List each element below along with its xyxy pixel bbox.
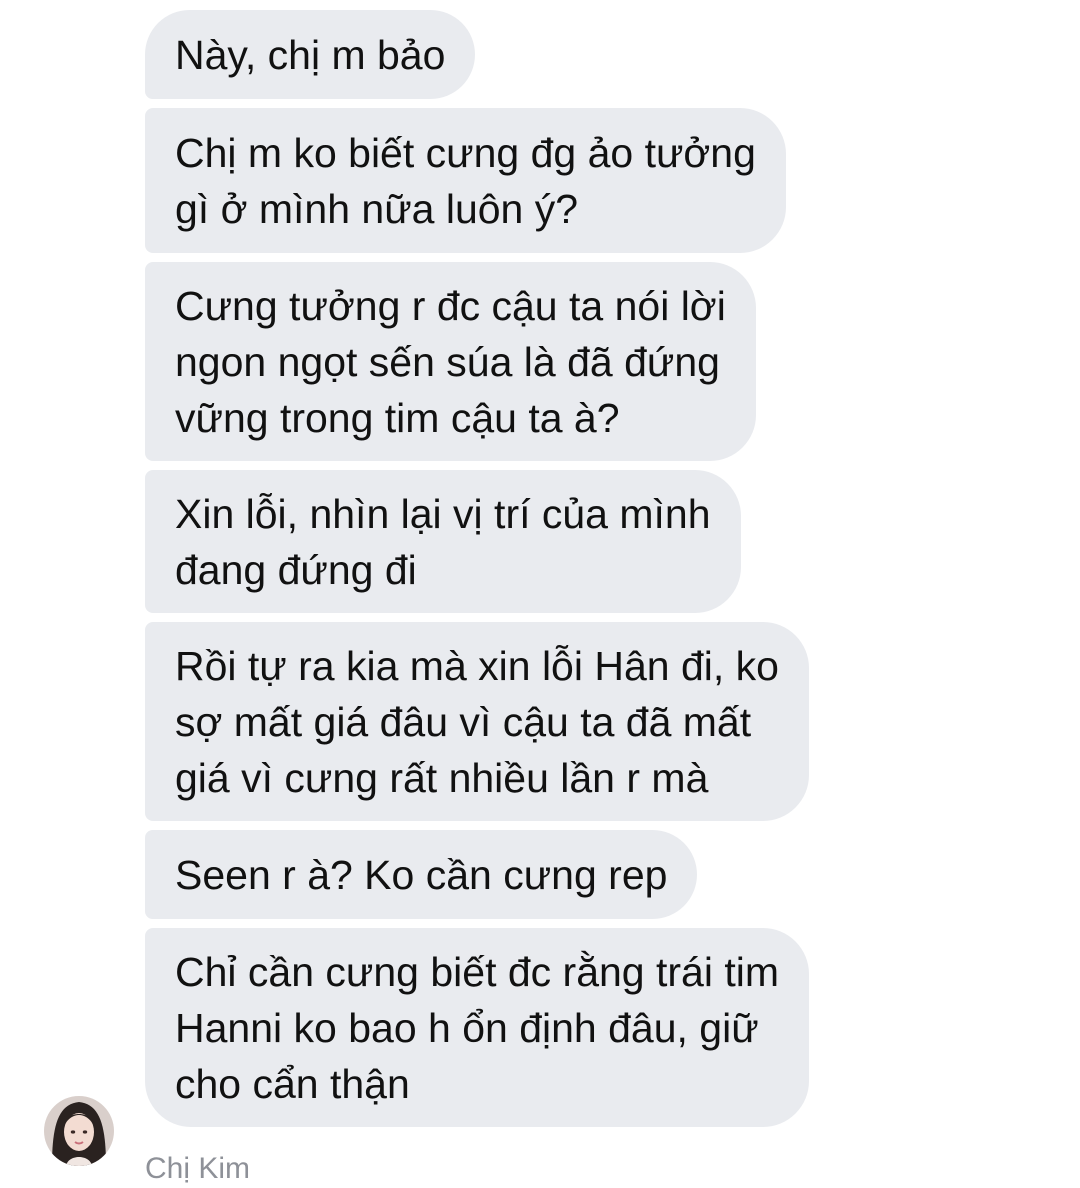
avatar[interactable] <box>44 1096 114 1166</box>
message-bubble[interactable]: Cưng tưởng r đc cậu ta nói lời ngon ngọt… <box>145 262 756 461</box>
message-text: Chỉ cần cưng biết đc rằng trái tim Hanni… <box>175 948 779 1107</box>
message-bubble[interactable]: Rồi tự ra kia mà xin lỗi Hân đi, ko sợ m… <box>145 622 809 821</box>
message-bubble[interactable]: Chỉ cần cưng biết đc rằng trái tim Hanni… <box>145 928 809 1127</box>
message-text: Này, chị m bảo <box>175 31 446 78</box>
message-bubble[interactable]: Chị m ko biết cưng đg ảo tưởng gì ở mình… <box>145 108 786 253</box>
sender-name: Chị Kim <box>145 1152 251 1185</box>
message-text: Rồi tự ra kia mà xin lỗi Hân đi, ko sợ m… <box>175 642 779 801</box>
message-text: Chị m ko biết cưng đg ảo tưởng gì ở mình… <box>175 129 756 232</box>
message-text: Seen r à? Ko cần cưng rep <box>175 851 668 898</box>
message-bubble[interactable]: Này, chị m bảo <box>145 10 476 99</box>
profile-photo-icon <box>44 1096 114 1166</box>
message-text: Cưng tưởng r đc cậu ta nói lời ngon ngọt… <box>175 282 726 441</box>
message-bubble[interactable]: Seen r à? Ko cần cưng rep <box>145 830 698 919</box>
message-thread: Này, chị m bảo Chị m ko biết cưng đg ảo … <box>0 0 1080 1187</box>
message-bubble[interactable]: Xin lỗi, nhìn lại vị trí của mình đang đ… <box>145 470 741 613</box>
message-text: Xin lỗi, nhìn lại vị trí của mình đang đ… <box>175 490 711 593</box>
